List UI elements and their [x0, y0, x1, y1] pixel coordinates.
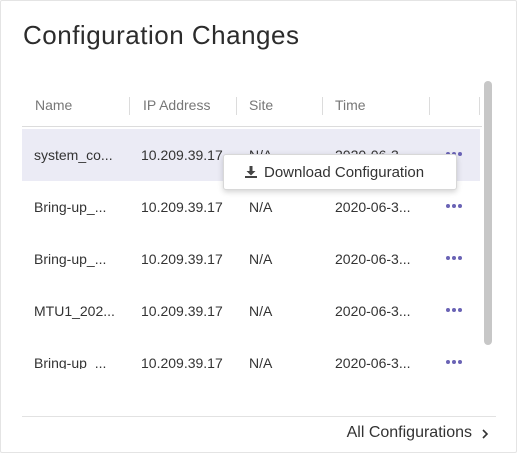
cell-ip-address: 10.209.39.17	[141, 199, 223, 215]
table-row[interactable]: Bring-up_... 10.209.39.17 N/A 2020-06-3.…	[22, 337, 480, 369]
cell-ip-address: 10.209.39.17	[141, 147, 223, 163]
column-divider[interactable]	[322, 97, 323, 115]
table-scrollbar[interactable]	[484, 81, 492, 369]
configuration-changes-card: Configuration Changes Name IP Address Si…	[0, 0, 517, 453]
column-divider	[479, 97, 480, 115]
column-divider[interactable]	[236, 97, 237, 115]
chevron-right-icon	[480, 427, 490, 439]
cell-name: Bring-up_...	[34, 355, 107, 369]
cell-ip-address: 10.209.39.17	[141, 251, 223, 267]
more-actions-icon[interactable]	[446, 252, 468, 264]
footer-divider	[22, 416, 496, 417]
all-configurations-label: All Configurations	[346, 424, 472, 441]
more-actions-icon[interactable]	[446, 304, 468, 316]
column-header-ip-address[interactable]: IP Address	[143, 97, 210, 113]
cell-name: MTU1_202...	[34, 303, 115, 319]
scrollbar-thumb[interactable]	[484, 81, 492, 345]
download-configuration-label: Download Configuration	[264, 163, 425, 181]
more-actions-icon[interactable]	[446, 200, 468, 212]
cell-site: N/A	[249, 251, 273, 267]
cell-site: N/A	[249, 303, 273, 319]
cell-time: 2020-06-3...	[335, 251, 411, 267]
cell-name: system_co...	[34, 147, 113, 163]
cell-time: 2020-06-3...	[335, 303, 411, 319]
cell-site: N/A	[249, 355, 273, 369]
cell-ip-address: 10.209.39.17	[141, 303, 223, 319]
column-divider[interactable]	[429, 97, 430, 115]
column-header-name[interactable]: Name	[35, 97, 72, 113]
download-icon	[244, 165, 258, 179]
column-divider[interactable]	[129, 97, 130, 115]
table-header: Name IP Address Site Time	[22, 81, 482, 127]
cell-time: 2020-06-3...	[335, 355, 411, 369]
download-configuration-menu-item[interactable]: Download Configuration	[223, 154, 457, 190]
column-header-time[interactable]: Time	[335, 97, 366, 113]
cell-name: Bring-up_...	[34, 199, 107, 215]
table-row[interactable]: MTU1_202... 10.209.39.17 N/A 2020-06-3..…	[22, 285, 480, 337]
configuration-table: Name IP Address Site Time system_co... 1…	[22, 81, 482, 369]
cell-name: Bring-up_...	[34, 251, 107, 267]
cell-ip-address: 10.209.39.17	[141, 355, 223, 369]
more-actions-icon[interactable]	[446, 356, 468, 368]
column-header-site[interactable]: Site	[249, 97, 273, 113]
card-title: Configuration Changes	[23, 20, 300, 50]
all-configurations-link[interactable]: All Configurations	[347, 424, 490, 442]
table-row[interactable]: Bring-up_... 10.209.39.17 N/A 2020-06-3.…	[22, 233, 480, 285]
